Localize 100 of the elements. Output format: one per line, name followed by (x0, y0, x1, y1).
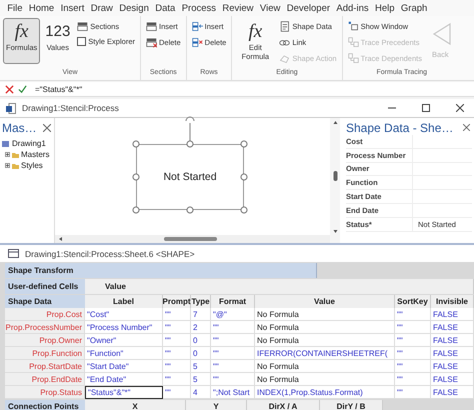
menu-tab[interactable]: Add-ins (333, 2, 372, 14)
close-button[interactable] (463, 124, 472, 132)
menu-tab[interactable]: Review (219, 2, 257, 14)
table-cell[interactable]: FALSE (431, 360, 474, 373)
table-cell[interactable]: 4 (191, 386, 211, 399)
checkbox[interactable] (77, 37, 86, 46)
table-cell[interactable]: "" (395, 334, 431, 347)
window-icon (348, 21, 359, 32)
table-cell[interactable]: "End Date" (85, 373, 163, 386)
table-cell[interactable]: "" (163, 321, 191, 334)
table-cell[interactable]: "" (163, 373, 191, 386)
table-cell[interactable]: IFERROR(CONTAINERSHEETREF( (255, 347, 395, 360)
table-cell[interactable]: "" (395, 373, 431, 386)
expand-icon[interactable] (5, 163, 10, 168)
section-header[interactable]: Shape Transform (5, 263, 317, 278)
drawing-file-icon (2, 140, 10, 148)
section-header[interactable]: Shape Data (5, 295, 85, 308)
column-header: DirX / A (247, 400, 320, 410)
row-name-cell[interactable]: Prop.Cost (5, 308, 85, 321)
table-cell[interactable]: "" (163, 360, 191, 373)
drawing-file-icon (6, 102, 16, 114)
close-icon (463, 124, 470, 130)
table-cell[interactable]: FALSE (431, 347, 474, 360)
menu-tab[interactable]: Home (26, 2, 58, 14)
table-cell[interactable]: "Cost" (85, 308, 163, 321)
table-cell[interactable]: "Start Date" (85, 360, 163, 373)
table-cell[interactable]: No Formula (255, 334, 395, 347)
table-cell[interactable]: 5 (191, 373, 211, 386)
row-name-cell[interactable]: Prop.StartDate (5, 360, 85, 373)
rows-icon (192, 21, 203, 32)
row-name-cell[interactable]: Prop.EndDate (5, 373, 85, 386)
menu-tab[interactable]: Process (178, 2, 220, 14)
window-title: Drawing1:Stencil:Process:Sheet.6 <SHAPE> (25, 248, 195, 258)
table-cell[interactable]: ";Not Start (211, 386, 255, 399)
section-header[interactable]: Connection Points (5, 400, 85, 410)
menu-tab[interactable]: View (256, 2, 284, 14)
table-cell[interactable]: INDEX(1,Prop.Status.Format) (255, 386, 395, 399)
table-cell[interactable]: "" (211, 321, 255, 334)
selection-handles-drawing[interactable] (131, 118, 249, 215)
table-cell[interactable]: "" (211, 360, 255, 373)
tree-item[interactable]: Masters (2, 149, 52, 160)
table-cell[interactable]: "" (163, 347, 191, 360)
table-cell[interactable]: "" (395, 308, 431, 321)
table-cell[interactable]: No Formula (255, 373, 395, 386)
table-cell[interactable]: 2 (191, 321, 211, 334)
table-cell[interactable]: "" (395, 360, 431, 373)
table-cell[interactable]: 7 (191, 308, 211, 321)
table-cell[interactable]: "Function" (85, 347, 163, 360)
column-header: X (85, 400, 186, 410)
table-cell[interactable]: "" (211, 373, 255, 386)
table-cell[interactable]: 0 (191, 334, 211, 347)
trace-icon (348, 37, 359, 48)
expand-icon[interactable] (5, 152, 10, 157)
table-cell[interactable]: FALSE (431, 373, 474, 386)
table-cell[interactable]: "" (163, 334, 191, 347)
section-header[interactable]: User-defined Cells (5, 279, 85, 294)
menu-tab[interactable]: Data (152, 2, 178, 14)
column-header: Format (211, 295, 255, 308)
check-icon[interactable] (18, 84, 27, 94)
tree-item[interactable]: Drawing1 (2, 138, 52, 149)
table-cell[interactable]: FALSE (431, 334, 474, 347)
row-name-cell[interactable]: Prop.Status (5, 386, 85, 399)
table-cell[interactable]: "Process Number" (85, 321, 163, 334)
table-cell[interactable]: "" (163, 386, 191, 399)
button-glyph: 123 (45, 22, 70, 42)
menu-tab[interactable]: Draw (88, 2, 116, 14)
menu-tab[interactable]: Design (116, 2, 152, 14)
table-cell[interactable]: No Formula (255, 321, 395, 334)
table-cell[interactable]: FALSE (431, 386, 474, 399)
tree-item[interactable]: Styles (2, 160, 52, 171)
table-cell[interactable]: 0 (191, 347, 211, 360)
table-cell[interactable]: FALSE (431, 321, 474, 334)
button-glyph: fx (248, 21, 262, 43)
table-cell[interactable]: "" (163, 308, 191, 321)
table-cell[interactable]: "" (211, 334, 255, 347)
table-cell[interactable]: "" (395, 347, 431, 360)
row-name-cell[interactable]: Prop.Function (5, 347, 85, 360)
table-cell[interactable]: "Status"&"*" (85, 386, 163, 399)
table-cell[interactable]: "" (395, 321, 431, 334)
menu-tab[interactable]: Help (372, 2, 398, 14)
menu-tab[interactable]: Graph (398, 2, 431, 14)
row-name-cell[interactable]: Prop.ProcessNumber (5, 321, 85, 334)
cancel-icon[interactable] (5, 84, 14, 94)
panel-title: Mas… (2, 121, 37, 135)
table-cell[interactable]: "@" (211, 308, 255, 321)
row-name-cell[interactable]: Prop.Owner (5, 334, 85, 347)
table-cell[interactable]: "" (395, 386, 431, 399)
menu-tab[interactable]: Insert (57, 2, 88, 14)
close-button[interactable] (43, 124, 52, 132)
menu-tab[interactable]: File (4, 2, 26, 14)
table-cell[interactable]: "Owner" (85, 334, 163, 347)
menu-tab[interactable]: Developer (284, 2, 334, 14)
panel-title: Shape Data - She… (346, 121, 454, 135)
table-cell[interactable]: No Formula (255, 308, 395, 321)
formula-text[interactable]: ="Status"&"*" (35, 84, 82, 94)
table-cell[interactable]: FALSE (431, 308, 474, 321)
table-cell[interactable]: 5 (191, 360, 211, 373)
table-cell[interactable]: No Formula (255, 360, 395, 373)
table-cell[interactable]: "" (211, 347, 255, 360)
close-icon (456, 104, 464, 112)
